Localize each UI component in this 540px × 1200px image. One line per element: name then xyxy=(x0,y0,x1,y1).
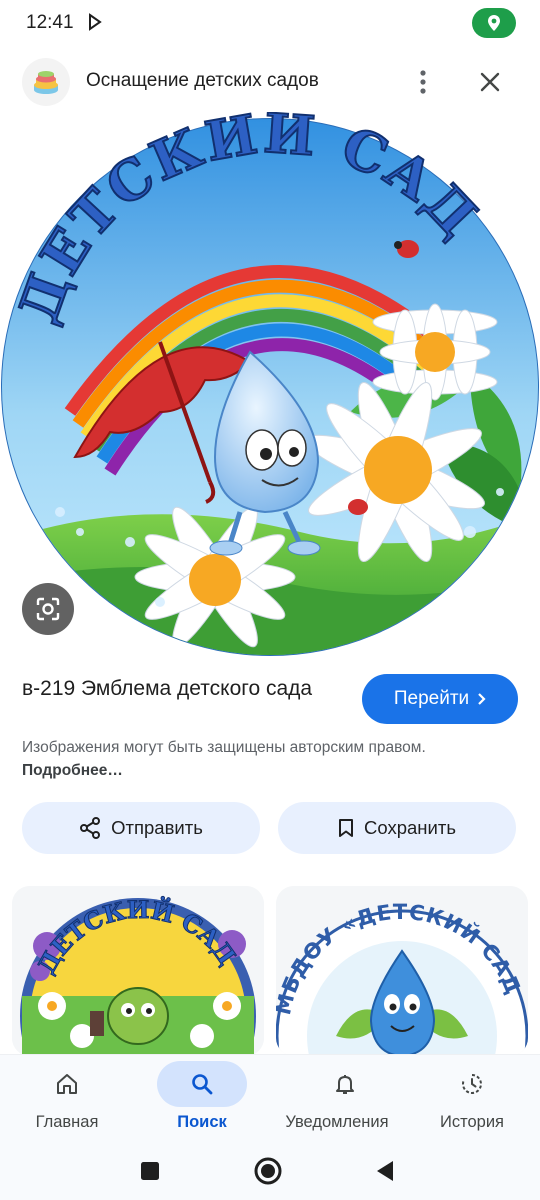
learn-more-link[interactable]: Подробнее… xyxy=(22,762,123,779)
close-icon xyxy=(480,72,500,92)
related-image-1[interactable]: ДЕТСКИЙ САД xyxy=(12,886,264,1056)
bookmark-icon xyxy=(339,819,354,837)
goto-label: Перейти xyxy=(393,688,470,709)
home-system-button[interactable] xyxy=(247,1150,289,1192)
related-image-2[interactable]: МБДОУ «ДЕТСКИЙ САД № 452 xyxy=(276,886,528,1056)
bell-icon xyxy=(335,1075,354,1094)
nav-item-home[interactable]: Главная xyxy=(22,1055,112,1143)
nav-icon-container xyxy=(157,1061,247,1107)
nav-label-history: История xyxy=(440,1113,504,1131)
site-logo[interactable] xyxy=(22,58,70,106)
history-icon xyxy=(462,1074,482,1094)
nav-icon-container xyxy=(427,1061,517,1107)
more-options-button[interactable] xyxy=(406,64,440,100)
nav-icon-container xyxy=(300,1061,390,1107)
more-vertical-icon xyxy=(420,70,426,94)
square-icon xyxy=(141,1162,159,1180)
related-emblem-image: МБДОУ «ДЕТСКИЙ САД № 452 xyxy=(276,886,528,1056)
lens-icon xyxy=(36,597,60,621)
home-icon xyxy=(57,1074,77,1094)
play-store-notification-icon xyxy=(89,13,102,31)
close-button[interactable] xyxy=(472,64,508,100)
header: Оснащение детских садов xyxy=(0,56,540,108)
back-triangle-icon xyxy=(377,1161,393,1181)
nav-label-home: Главная xyxy=(35,1113,99,1131)
nav-item-search[interactable]: Поиск xyxy=(157,1055,247,1143)
lens-search-button[interactable] xyxy=(22,583,74,635)
nav-item-history[interactable]: История xyxy=(427,1055,517,1143)
nav-item-notifications[interactable]: Уведомления xyxy=(277,1055,397,1143)
share-button[interactable]: Отправить xyxy=(22,802,260,854)
nav-label-search: Поиск xyxy=(177,1113,227,1131)
main-image[interactable]: ДЕТСКИЙ САД xyxy=(0,96,540,662)
search-icon xyxy=(192,1074,213,1095)
recent-apps-button[interactable] xyxy=(129,1150,171,1192)
back-button[interactable] xyxy=(364,1150,406,1192)
site-title[interactable]: Оснащение детских садов xyxy=(86,70,319,92)
status-time: 12:41 xyxy=(26,12,74,33)
status-bar: 12:41 xyxy=(0,0,540,46)
goto-button[interactable]: Перейти xyxy=(362,674,518,724)
circle-home-icon xyxy=(254,1157,282,1185)
share-label: Отправить xyxy=(111,817,203,838)
copyright-notice: Изображения могут быть защищены авторски… xyxy=(22,736,442,782)
nav-label-notifications: Уведомления xyxy=(285,1113,389,1131)
copyright-text: Изображения могут быть защищены авторски… xyxy=(22,739,426,756)
location-pin-icon xyxy=(488,15,500,31)
system-navigation-bar xyxy=(0,1142,540,1200)
save-button[interactable]: Сохранить xyxy=(278,802,516,854)
chevron-right-icon xyxy=(478,693,486,705)
nav-icon-container xyxy=(22,1061,112,1107)
related-emblem-image: ДЕТСКИЙ САД xyxy=(12,886,264,1056)
kindergarten-emblem-image: ДЕТСКИЙ САД xyxy=(1,96,539,656)
share-icon xyxy=(80,817,101,839)
result-title[interactable]: в-219 Эмблема детского сада xyxy=(22,674,342,703)
save-label: Сохранить xyxy=(364,817,456,838)
stacked-cake-logo-icon xyxy=(34,71,58,94)
bottom-navigation: Главная Поиск Уведомления История xyxy=(0,1054,540,1142)
location-indicator xyxy=(472,8,516,38)
